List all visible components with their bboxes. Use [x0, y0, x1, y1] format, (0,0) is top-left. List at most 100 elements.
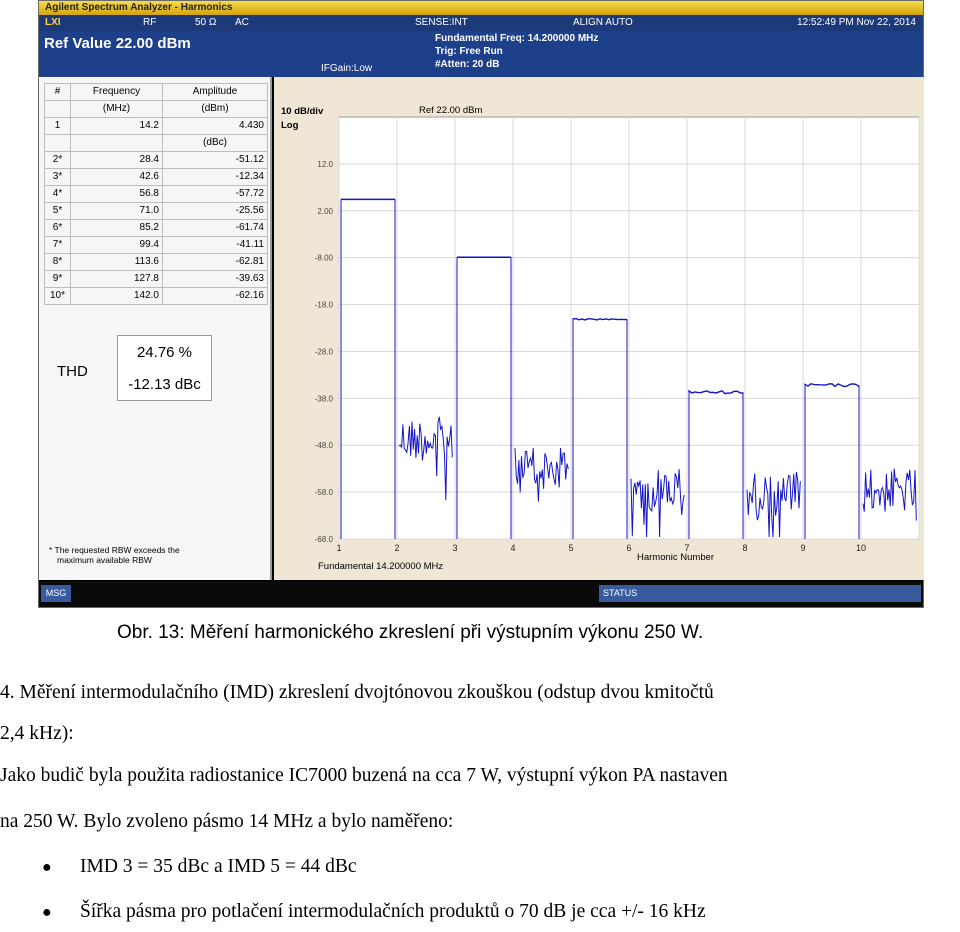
table-row: 1 14.2 4.430 — [44, 117, 268, 135]
row-index: 10* — [44, 287, 71, 305]
table-header: # Frequency Amplitude — [44, 83, 268, 101]
rf-label: RF — [143, 17, 157, 28]
row-index: 6* — [44, 219, 71, 237]
x-tick-label: 9 — [800, 543, 805, 553]
row-index: 1 — [44, 117, 71, 135]
x-tick-label: 6 — [626, 543, 631, 553]
bullet-icon: ● — [42, 859, 52, 876]
y-tick-label: -18.0 — [315, 301, 334, 310]
trigger-mode: Trig: Free Run — [435, 46, 503, 57]
thd-dbc: -12.13 dBc — [128, 376, 201, 393]
row-frequency: 113.6 — [70, 253, 163, 271]
timestamp: 12:52:49 PM Nov 22, 2014 — [797, 17, 916, 28]
impedance-label: 50 Ω — [195, 17, 217, 28]
row-index: 3* — [44, 168, 71, 186]
table-row: 6* 85.2 -61.74 — [44, 219, 268, 237]
row-frequency: 71.0 — [70, 202, 163, 220]
table-row: 8* 113.6 -62.81 — [44, 253, 268, 271]
rbw-note-line1: * The requested RBW exceeds the — [49, 545, 180, 555]
row-frequency: 99.4 — [70, 236, 163, 254]
table-row: 4* 56.8 -57.72 — [44, 185, 268, 203]
x-tick-label: 3 — [452, 543, 457, 553]
row-frequency: 28.4 — [70, 151, 163, 169]
section-heading-line1: 4. Měření intermodulačního (IMD) zkresle… — [0, 682, 714, 703]
y-tick-label: -28.0 — [315, 347, 334, 356]
lxi-logo: LXI — [45, 17, 61, 28]
status-bar: LXI RF 50 Ω AC SENSE:INT ALIGN AUTO 12:5… — [39, 15, 923, 31]
row-amplitude: -25.56 — [162, 202, 268, 220]
table-row: 10* 142.0 -62.16 — [44, 287, 268, 305]
row-index: 2* — [44, 151, 71, 169]
row-frequency: 14.2 — [70, 117, 163, 135]
paragraph-line2: na 250 W. Bylo zvoleno pásmo 14 MHz a by… — [0, 811, 454, 832]
harmonics-table: # Frequency Amplitude (MHz) (dBm) 1 14.2… — [44, 83, 268, 305]
x-axis-label: Harmonic Number — [637, 552, 715, 563]
ref-value[interactable]: Ref Value 22.00 dBm — [44, 35, 191, 52]
status-button[interactable]: STATUS — [599, 585, 921, 602]
y-tick-label: -58.0 — [315, 488, 334, 497]
unit-index — [44, 100, 71, 118]
figure-caption: Obr. 13: Měření harmonického zkreslení p… — [117, 622, 704, 643]
row-index: 4* — [44, 185, 71, 203]
row-amplitude: -39.63 — [162, 270, 268, 288]
x-tick-label: 1 — [336, 543, 341, 553]
row-index: 8* — [44, 253, 71, 271]
rbw-note-line2: maximum available RBW — [57, 555, 152, 565]
sense-label: SENSE:INT — [415, 17, 468, 28]
spectrum-analyzer-screenshot: Agilent Spectrum Analyzer - Harmonics LX… — [38, 0, 924, 608]
thd-label: THD — [57, 363, 88, 380]
unit-dbm: (dBm) — [162, 100, 268, 118]
fundamental-label: Fundamental 14.200000 MHz — [318, 561, 444, 572]
measurement-info: Ref Value 22.00 dBm Fundamental Freq: 14… — [39, 31, 923, 77]
row-index: 9* — [44, 270, 71, 288]
bottom-bar: MSG STATUS — [39, 581, 923, 607]
row-amplitude: -62.16 — [162, 287, 268, 305]
y-tick-label: -48.0 — [315, 441, 334, 450]
bullet-item-2: Šířka pásma pro potlačení intermodulační… — [80, 901, 706, 922]
row-index: 7* — [44, 236, 71, 254]
row-amplitude: -61.74 — [162, 219, 268, 237]
x-tick-label: 8 — [742, 543, 747, 553]
msg-button[interactable]: MSG — [41, 585, 71, 602]
y-tick-label: 2.00 — [317, 207, 333, 216]
harmonics-panel: # Frequency Amplitude (MHz) (dBm) 1 14.2… — [39, 77, 272, 580]
table-row: 2* 28.4 -51.12 — [44, 151, 268, 169]
table-row: 7* 99.4 -41.11 — [44, 236, 268, 254]
row-frequency: 42.6 — [70, 168, 163, 186]
row-frequency: 85.2 — [70, 219, 163, 237]
row-frequency: 127.8 — [70, 270, 163, 288]
blank-cell — [44, 134, 71, 152]
bullet-item-1: IMD 3 = 35 dBc a IMD 5 = 44 dBc — [80, 856, 357, 877]
unit-dbc: (dBc) — [162, 134, 268, 152]
spectrum-plot: 10 dB/div Log Ref 22.00 dBm 12.0 2.00 -8.0… — [274, 77, 924, 580]
header-frequency: Frequency — [70, 83, 163, 101]
y-tick-label: -38.0 — [315, 394, 334, 403]
table-row: 9* 127.8 -39.63 — [44, 270, 268, 288]
header-amplitude: Amplitude — [162, 83, 268, 101]
row-amplitude: -62.81 — [162, 253, 268, 271]
row-frequency: 142.0 — [70, 287, 163, 305]
row-amplitude: -57.72 — [162, 185, 268, 203]
x-tick-label: 10 — [856, 543, 866, 553]
attenuation: #Atten: 20 dB — [435, 59, 500, 70]
x-tick-label: 5 — [568, 543, 573, 553]
table-units: (MHz) (dBm) — [44, 100, 268, 118]
y-tick-label: 12.0 — [317, 160, 333, 169]
table-units-dbc: (dBc) — [44, 134, 268, 152]
row-frequency: 56.8 — [70, 185, 163, 203]
y-tick-label: -68.0 — [315, 535, 334, 544]
y-tick-label: -8.00 — [315, 254, 334, 263]
unit-mhz: (MHz) — [70, 100, 163, 118]
x-tick-label: 4 — [510, 543, 515, 553]
table-row: 3* 42.6 -12.34 — [44, 168, 268, 186]
header-index: # — [44, 83, 71, 101]
row-amplitude: 4.430 — [162, 117, 268, 135]
row-amplitude: -41.11 — [162, 236, 268, 254]
align-label: ALIGN AUTO — [573, 17, 633, 28]
thd-percent: 24.76 % — [136, 344, 193, 361]
paragraph-line1: Jako budič byla použita radiostanice IC7… — [0, 765, 728, 786]
x-tick-label: 2 — [394, 543, 399, 553]
section-heading-line2: 2,4 kHz): — [0, 723, 74, 744]
row-amplitude: -12.34 — [162, 168, 268, 186]
fundamental-freq: Fundamental Freq: 14.200000 MHz — [435, 33, 599, 44]
